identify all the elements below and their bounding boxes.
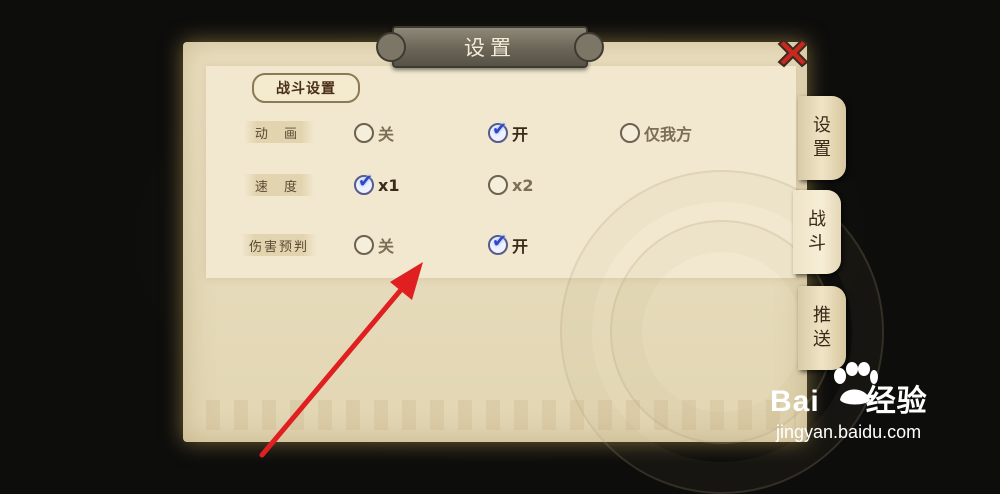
watermark-brand: Bai 经验 [770, 385, 928, 418]
watermark-url: jingyan.baidu.com [776, 422, 922, 442]
baidu-jingyan-watermark: Bai 经验 jingyan.baidu.com [770, 362, 980, 456]
